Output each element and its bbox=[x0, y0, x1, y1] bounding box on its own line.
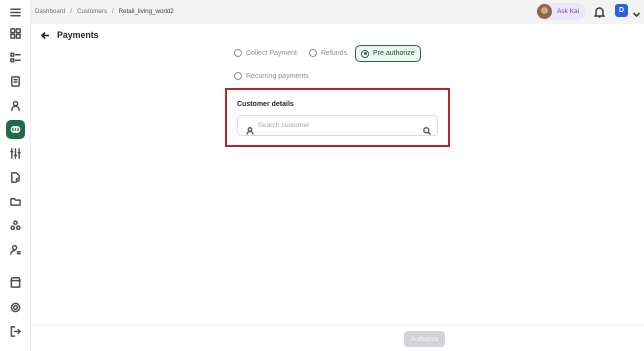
user-settings-icon[interactable] bbox=[6, 240, 25, 259]
breadcrumb-separator: / bbox=[111, 8, 114, 15]
store-icon[interactable] bbox=[6, 273, 25, 292]
menu-icon[interactable] bbox=[6, 3, 25, 22]
user-avatar[interactable]: D bbox=[615, 4, 628, 17]
list-icon[interactable] bbox=[6, 48, 25, 67]
radio-circle bbox=[309, 49, 317, 57]
customer-details-label: Customer details bbox=[237, 101, 294, 108]
person-icon bbox=[246, 122, 254, 135]
breadcrumb: Dashboard / Customers / Retail_living_wo… bbox=[35, 8, 174, 15]
customer-icon[interactable] bbox=[6, 96, 25, 115]
payments-icon[interactable] bbox=[6, 120, 25, 139]
main-content: Payments Collect Payment Refunds Pre aut… bbox=[31, 24, 644, 324]
authorize-button[interactable]: Authorize bbox=[404, 331, 445, 347]
radio-circle bbox=[361, 49, 369, 58]
settings-icon[interactable] bbox=[6, 298, 25, 317]
customer-search-field[interactable] bbox=[237, 115, 438, 136]
radio-collect-payment[interactable]: Collect Payment bbox=[234, 49, 297, 57]
top-bar: Dashboard / Customers / Retail_living_wo… bbox=[31, 0, 644, 24]
sliders-icon[interactable] bbox=[6, 144, 25, 163]
invoice-icon[interactable] bbox=[6, 72, 25, 91]
radio-label: Pre authorize bbox=[373, 50, 415, 57]
logout-icon[interactable] bbox=[6, 322, 25, 341]
radio-circle bbox=[234, 72, 242, 80]
back-arrow-icon[interactable] bbox=[41, 31, 50, 40]
radio-label: Collect Payment bbox=[246, 49, 297, 57]
notification-bell-icon[interactable] bbox=[593, 5, 606, 18]
dashboard-icon[interactable] bbox=[6, 24, 25, 43]
network-icon[interactable] bbox=[6, 216, 25, 235]
folder-icon[interactable] bbox=[6, 192, 25, 211]
radio-recurring-payments[interactable]: Recurring payments bbox=[234, 72, 309, 80]
ask-kai-label: Ask Kai bbox=[557, 8, 580, 15]
footer-bar: Authorize bbox=[31, 324, 644, 351]
radio-circle bbox=[234, 49, 242, 57]
search-icon[interactable] bbox=[423, 122, 432, 136]
page-header: Payments bbox=[41, 30, 99, 40]
radio-pre-authorize[interactable]: Pre authorize bbox=[355, 45, 421, 62]
radio-label: Refunds bbox=[321, 49, 348, 57]
chevron-down-icon[interactable] bbox=[632, 6, 641, 18]
radio-label: Recurring payments bbox=[246, 72, 309, 80]
search-customer-input[interactable] bbox=[258, 122, 418, 129]
breadcrumb-customers[interactable]: Customers bbox=[77, 8, 107, 15]
assistant-avatar bbox=[537, 4, 552, 19]
breadcrumb-dashboard[interactable]: Dashboard bbox=[35, 8, 65, 15]
ask-kai-button[interactable]: Ask Kai bbox=[536, 3, 586, 20]
page-title: Payments bbox=[57, 30, 99, 40]
breadcrumb-current: Retail_living_world2 bbox=[118, 8, 174, 15]
sidebar bbox=[0, 0, 31, 351]
document-search-icon[interactable] bbox=[6, 168, 25, 187]
breadcrumb-separator: / bbox=[70, 8, 73, 15]
radio-refunds[interactable]: Refunds bbox=[309, 49, 347, 57]
